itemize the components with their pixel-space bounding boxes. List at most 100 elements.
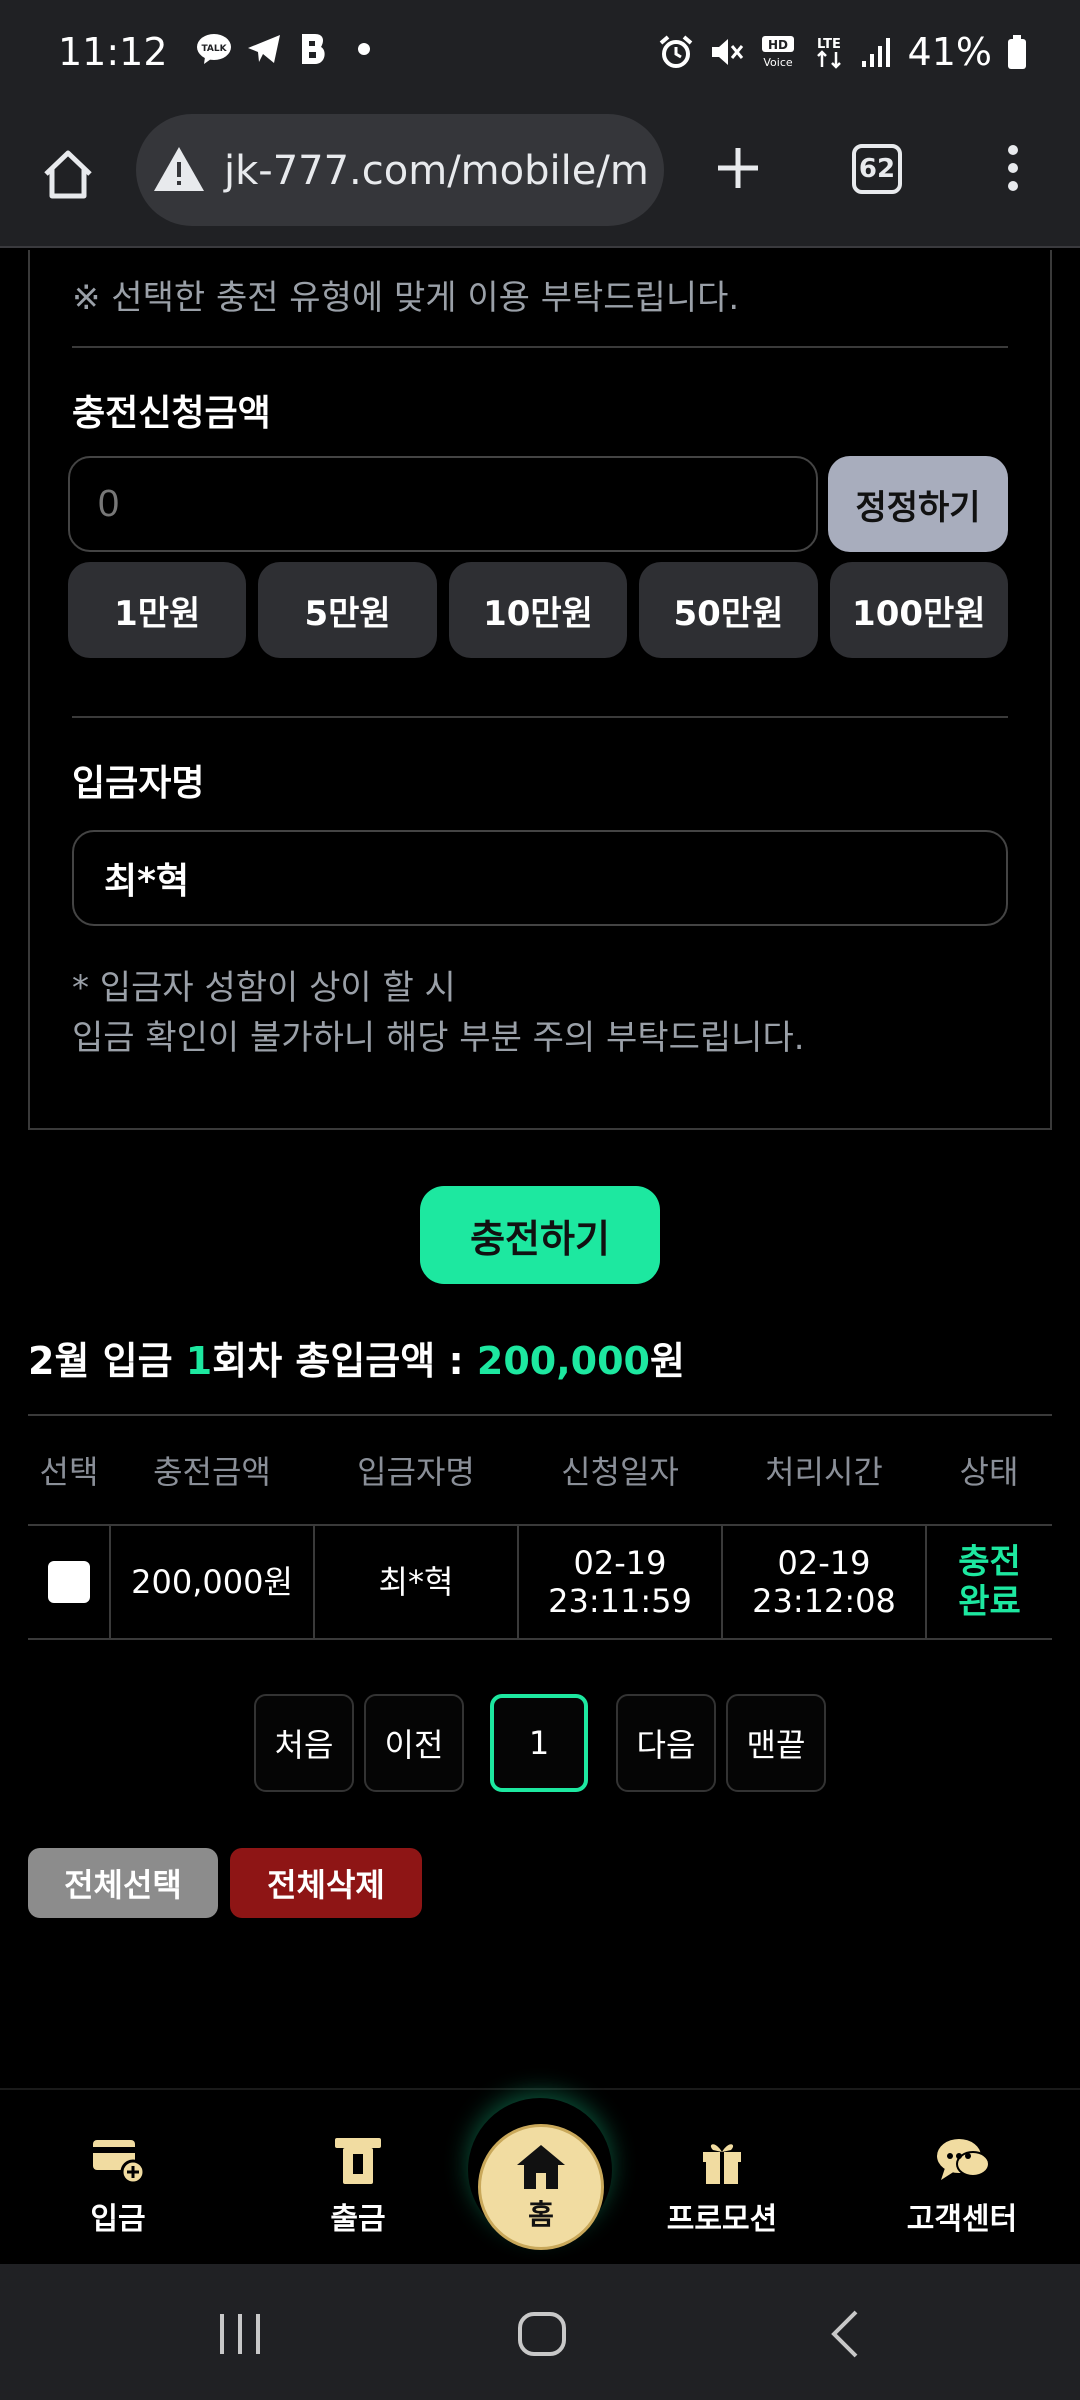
header-request-date: 신청일자 xyxy=(518,1414,722,1526)
quick-amount-buttons: 1만원 5만원 10만원 50만원 100만원 xyxy=(68,562,1009,658)
new-tab-button[interactable] xyxy=(708,138,768,198)
status-bar: 11:12 TALK HD Voice LTE 41% xyxy=(0,0,1080,108)
charge-submit-button[interactable]: 충전하기 xyxy=(420,1186,660,1284)
summary-middle: 회차 총입금액 : xyxy=(212,1339,477,1383)
quick-amount-100k-button[interactable]: 10만원 xyxy=(448,562,628,658)
page-next-button[interactable]: 다음 xyxy=(616,1694,716,1792)
quick-amount-10k-button[interactable]: 1만원 xyxy=(68,562,247,658)
notification-icons: TALK xyxy=(196,32,382,66)
row-request-datetime: 02-19 23:11:59 xyxy=(517,1525,722,1640)
process-date: 02-19 xyxy=(777,1544,871,1582)
card-plus-icon xyxy=(93,2140,146,2185)
request-date: 02-19 xyxy=(573,1544,667,1582)
select-all-button[interactable]: 전체선택 xyxy=(28,1848,218,1918)
monthly-deposit-summary: 2월 입금 1회차 총입금액 : 200,000원 xyxy=(28,1330,685,1385)
bottom-nav-divider xyxy=(0,2088,1080,2090)
nav-support[interactable]: 고객센터 xyxy=(882,2134,1042,2238)
table-row: 200,000원 최*혁 02-19 23:11:59 02-19 23:12:… xyxy=(28,1525,1052,1640)
nav-home[interactable]: 홈 xyxy=(478,2124,604,2250)
browser-menu-button[interactable] xyxy=(998,138,1028,198)
quick-amount-50k-button[interactable]: 5만원 xyxy=(258,562,437,658)
summary-total: 200,000 xyxy=(476,1339,650,1383)
reset-amount-button[interactable]: 정정하기 xyxy=(828,456,1008,552)
status-line-1: 충전 xyxy=(958,1542,1021,1582)
gift-icon xyxy=(703,2144,741,2184)
withdraw-icon xyxy=(335,2138,381,2184)
battery-icon xyxy=(1008,35,1026,69)
page-first-button[interactable]: 처음 xyxy=(254,1694,354,1792)
depositor-section-title: 입금자명 xyxy=(72,763,205,804)
process-time: 23:12:08 xyxy=(752,1582,896,1620)
row-process-datetime: 02-19 23:12:08 xyxy=(721,1525,926,1640)
status-time: 11:12 xyxy=(58,30,168,74)
warning-icon[interactable] xyxy=(152,144,206,194)
table-header-row: 선택 충전금액 입금자명 신청일자 처리시간 상태 xyxy=(28,1414,1052,1526)
nav-promotion-label: 프로모션 xyxy=(666,2202,778,2237)
svg-text:LTE: LTE xyxy=(817,37,841,52)
hd-voice-icon: HD Voice xyxy=(761,36,794,69)
recent-apps-button[interactable] xyxy=(212,2306,268,2362)
browser-toolbar: jk-777.com/mobile/m 62 xyxy=(0,108,1080,248)
lte-icon: LTE xyxy=(817,37,841,69)
nav-home-label: 홈 xyxy=(528,2198,554,2231)
depositor-notice-line-1: * 입금자 성함이 상이 할 시 xyxy=(72,968,456,1008)
battery-percent: 41% xyxy=(907,30,992,74)
delete-all-button[interactable]: 전체삭제 xyxy=(230,1848,422,1918)
home-icon xyxy=(44,150,92,199)
page-prev-button[interactable]: 이전 xyxy=(364,1694,464,1792)
nav-deposit-label: 입금 xyxy=(90,2202,146,2237)
url-text: jk-777.com/mobile/m xyxy=(224,148,649,194)
mute-icon xyxy=(711,39,743,65)
address-bar[interactable]: jk-777.com/mobile/m xyxy=(136,114,664,226)
more-vert-icon xyxy=(1008,145,1018,191)
back-button[interactable] xyxy=(818,2306,874,2362)
nav-deposit[interactable]: 입금 xyxy=(38,2134,198,2238)
svg-text:Voice: Voice xyxy=(763,56,793,69)
amount-input[interactable]: 0 xyxy=(68,456,818,552)
browser-home-button[interactable] xyxy=(38,144,98,204)
deposit-history-table: 선택 충전금액 입금자명 신청일자 처리시간 상태 200,000원 최*혁 0… xyxy=(28,1414,1052,1640)
header-amount: 충전금액 xyxy=(110,1414,314,1526)
divider xyxy=(72,346,1008,348)
nav-withdraw-label: 출금 xyxy=(330,2202,386,2237)
quick-amount-500k-button[interactable]: 50만원 xyxy=(639,562,818,658)
row-status: 충전 완료 xyxy=(925,1525,1052,1640)
summary-prefix: 2월 입금 xyxy=(28,1339,186,1383)
header-depositor: 입금자명 xyxy=(314,1414,518,1526)
svg-text:TALK: TALK xyxy=(201,44,227,54)
tab-switcher-button[interactable]: 62 xyxy=(852,144,902,194)
header-status: 상태 xyxy=(926,1414,1052,1526)
nav-promotion[interactable]: 프로모션 xyxy=(642,2134,802,2238)
row-select-cell xyxy=(28,1525,110,1640)
summary-count: 1 xyxy=(185,1339,213,1383)
row-depositor: 최*혁 xyxy=(313,1525,518,1640)
page-last-button[interactable]: 맨끝 xyxy=(726,1694,826,1792)
home-icon xyxy=(517,2145,565,2189)
amount-section-title: 충전신청금액 xyxy=(72,393,271,434)
charge-type-notice: ※ 선택한 충전 유형에 맞게 이용 부탁드립니다. xyxy=(72,278,740,318)
b-app-icon xyxy=(296,32,332,66)
nav-support-label: 고객센터 xyxy=(906,2202,1018,2237)
depositor-notice-line-2: 입금 확인이 불가하니 해당 부분 주의 부탁드립니다. xyxy=(72,1018,805,1058)
divider xyxy=(72,716,1008,718)
kakaotalk-icon: TALK xyxy=(196,32,232,66)
quick-amount-1m-button[interactable]: 100만원 xyxy=(829,562,1009,658)
row-checkbox[interactable] xyxy=(47,1561,90,1603)
dot-icon xyxy=(346,32,382,66)
header-select: 선택 xyxy=(28,1414,110,1526)
request-time: 23:11:59 xyxy=(548,1582,692,1620)
svg-text:HD: HD xyxy=(768,38,788,52)
nav-withdraw[interactable]: 출금 xyxy=(278,2134,438,2238)
alarm-icon xyxy=(659,35,692,68)
home-system-button[interactable] xyxy=(514,2306,570,2362)
header-process-time: 처리시간 xyxy=(722,1414,926,1526)
page-current-button[interactable]: 1 xyxy=(490,1694,588,1792)
plus-icon xyxy=(718,148,758,188)
telegram-icon xyxy=(246,32,282,66)
chat-bubble-icon xyxy=(937,2139,990,2180)
signal-icon xyxy=(861,38,890,67)
system-status-icons: HD Voice LTE 41% xyxy=(658,30,1028,74)
summary-suffix: 원 xyxy=(649,1339,685,1383)
depositor-name-input[interactable]: 최*혁 xyxy=(72,830,1008,926)
row-amount: 200,000원 xyxy=(109,1525,314,1640)
